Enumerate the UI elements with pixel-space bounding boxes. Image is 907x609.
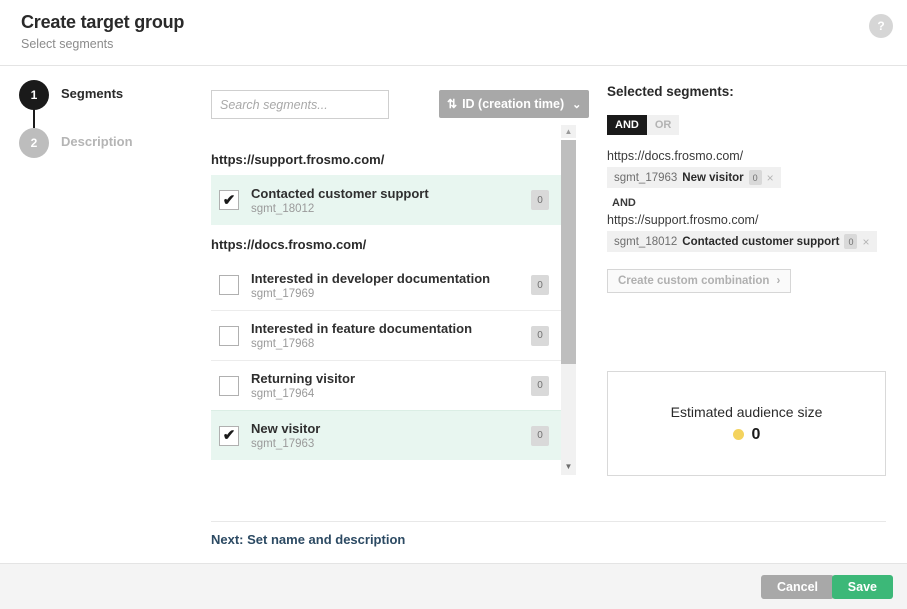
segment-list-item[interactable]: ✔ New visitor sgmt_17963 0 — [211, 410, 561, 460]
scrollbar-thumb[interactable] — [561, 140, 576, 364]
segment-count-badge: 0 — [531, 275, 549, 295]
selected-entry-url-1: https://docs.frosmo.com/ — [607, 149, 744, 163]
segment-text: Returning visitor sgmt_17964 — [251, 371, 531, 400]
segment-text: Contacted customer support sgmt_18012 — [251, 186, 531, 215]
segment-id: sgmt_18012 — [251, 202, 315, 215]
check-icon: ✔ — [222, 427, 236, 444]
page-title: Create target group — [21, 12, 185, 32]
segment-id: sgmt_17964 — [251, 388, 315, 400]
segment-id: sgmt_17963 — [251, 438, 315, 450]
segment-checkbox[interactable]: ✔ — [219, 425, 239, 446]
operator-toggle: AND OR — [607, 115, 680, 135]
segment-text: New visitor sgmt_17963 — [251, 421, 531, 450]
segment-list-item[interactable]: Interested in developer documentation sgm… — [211, 260, 561, 310]
divider — [211, 521, 886, 522]
segment-checkbox[interactable]: ✔ — [219, 190, 239, 210]
segment-count-badge: 0 — [531, 190, 549, 210]
segment-checkbox[interactable] — [219, 275, 239, 295]
create-custom-combination-button[interactable]: Create custom combination › — [607, 269, 792, 293]
segment-id: sgmt_17969 — [251, 287, 315, 300]
segment-count-badge: 0 — [531, 325, 549, 346]
audience-value-row: 0 — [732, 425, 761, 444]
segment-checkbox[interactable] — [219, 325, 239, 346]
segment-list-scrollbar[interactable] — [561, 140, 576, 475]
segment-group-title: https://docs.frosmo.com/ — [211, 237, 367, 252]
save-button[interactable]: Save — [831, 575, 893, 599]
search-input[interactable] — [211, 90, 389, 119]
next-step-link[interactable]: Next: Set name and description — [211, 532, 405, 547]
selected-entry-conjunction-2: AND — [612, 197, 636, 209]
scroll-up-icon[interactable]: ▲ — [561, 125, 576, 138]
sort-dropdown-button[interactable]: ⇅ ID (creation time) ⌄ — [439, 90, 590, 118]
step-label-segments: Segments — [61, 86, 124, 101]
segment-list-item[interactable]: Interested in feature documentation sgmt_… — [211, 310, 561, 360]
sort-arrows-icon: ⇅ — [447, 97, 457, 111]
segment-name: Returning visitor — [251, 371, 356, 386]
step-label-description: Description — [61, 134, 133, 149]
step-connector-line — [33, 108, 35, 128]
step-number-2: 2 — [19, 128, 49, 158]
step-number-1: 1 — [19, 80, 49, 110]
step-description[interactable]: 2 Description — [19, 128, 189, 176]
dialog-footer: Cancel Save — [0, 563, 907, 609]
selected-entry-url-2: https://support.frosmo.com/ — [607, 213, 759, 227]
segment-name: Interested in feature documentation — [251, 321, 473, 336]
segment-text: Interested in feature documentation sgmt_… — [251, 321, 531, 350]
selected-segment-chip-2: sgmt_18012 Contacted customer support 0 … — [607, 231, 877, 252]
chevron-down-icon: ⌄ — [572, 98, 582, 111]
scroll-down-icon[interactable]: ▼ — [561, 458, 576, 475]
audience-label: Estimated audience size — [670, 403, 823, 420]
segment-list-item[interactable]: Returning visitor sgmt_17964 0 — [211, 360, 561, 410]
selected-segments-title: Selected segments: — [607, 84, 734, 99]
segment-count-badge: 0 — [531, 425, 549, 446]
segment-name: Interested in developer documentation — [251, 270, 491, 286]
chip-count-badge-1: 0 — [748, 170, 762, 185]
chip-name-2: Contacted customer support — [682, 235, 840, 248]
chip-remove-icon-2[interactable]: × — [862, 235, 869, 249]
selected-segment-chip-1: sgmt_17963 New visitor 0 × — [607, 167, 781, 188]
segment-group-title: https://support.frosmo.com/ — [211, 152, 385, 167]
chip-remove-icon-1[interactable]: × — [767, 171, 774, 185]
estimated-audience-size-box: Estimated audience size 0 — [607, 371, 886, 476]
chip-id-2: sgmt_18012 — [614, 235, 678, 248]
status-dot-icon — [732, 429, 744, 440]
step-segments[interactable]: 1 Segments — [19, 80, 189, 128]
segment-list-item[interactable]: ✔ Contacted customer support sgmt_18012 0 — [211, 175, 561, 225]
create-target-group-dialog: Create target group Select segments ? 1 … — [0, 0, 907, 609]
segment-name: New visitor — [251, 421, 321, 436]
sort-dropdown-label: ID (creation time) — [462, 97, 565, 111]
create-custom-combination-label: Create custom combination — [618, 275, 770, 287]
dialog-header: Create target group Select segments ? — [0, 0, 907, 66]
step-indicator: 1 Segments 2 Description — [19, 80, 189, 176]
segment-checkbox[interactable] — [219, 375, 239, 396]
check-icon: ✔ — [222, 191, 236, 209]
segment-text: Interested in developer documentation sgm… — [251, 271, 531, 300]
operator-and-option[interactable]: AND — [607, 115, 647, 135]
chip-name-1: New visitor — [682, 171, 744, 184]
cancel-button[interactable]: Cancel — [761, 575, 834, 599]
audience-count: 0 — [751, 425, 761, 443]
chip-id-1: sgmt_17963 — [614, 171, 678, 184]
help-icon[interactable]: ? — [869, 14, 893, 38]
segment-list: https://support.frosmo.com/ ✔ Contacted cu… — [211, 140, 576, 475]
chevron-right-icon: › — [776, 275, 781, 287]
page-subtitle: Select segments — [21, 37, 114, 51]
segment-name: Contacted customer support — [251, 185, 429, 201]
segment-id: sgmt_17968 — [251, 338, 315, 350]
chip-count-badge-2: 0 — [844, 234, 858, 249]
segment-count-badge: 0 — [531, 375, 549, 396]
operator-or-option[interactable]: OR — [646, 115, 680, 135]
